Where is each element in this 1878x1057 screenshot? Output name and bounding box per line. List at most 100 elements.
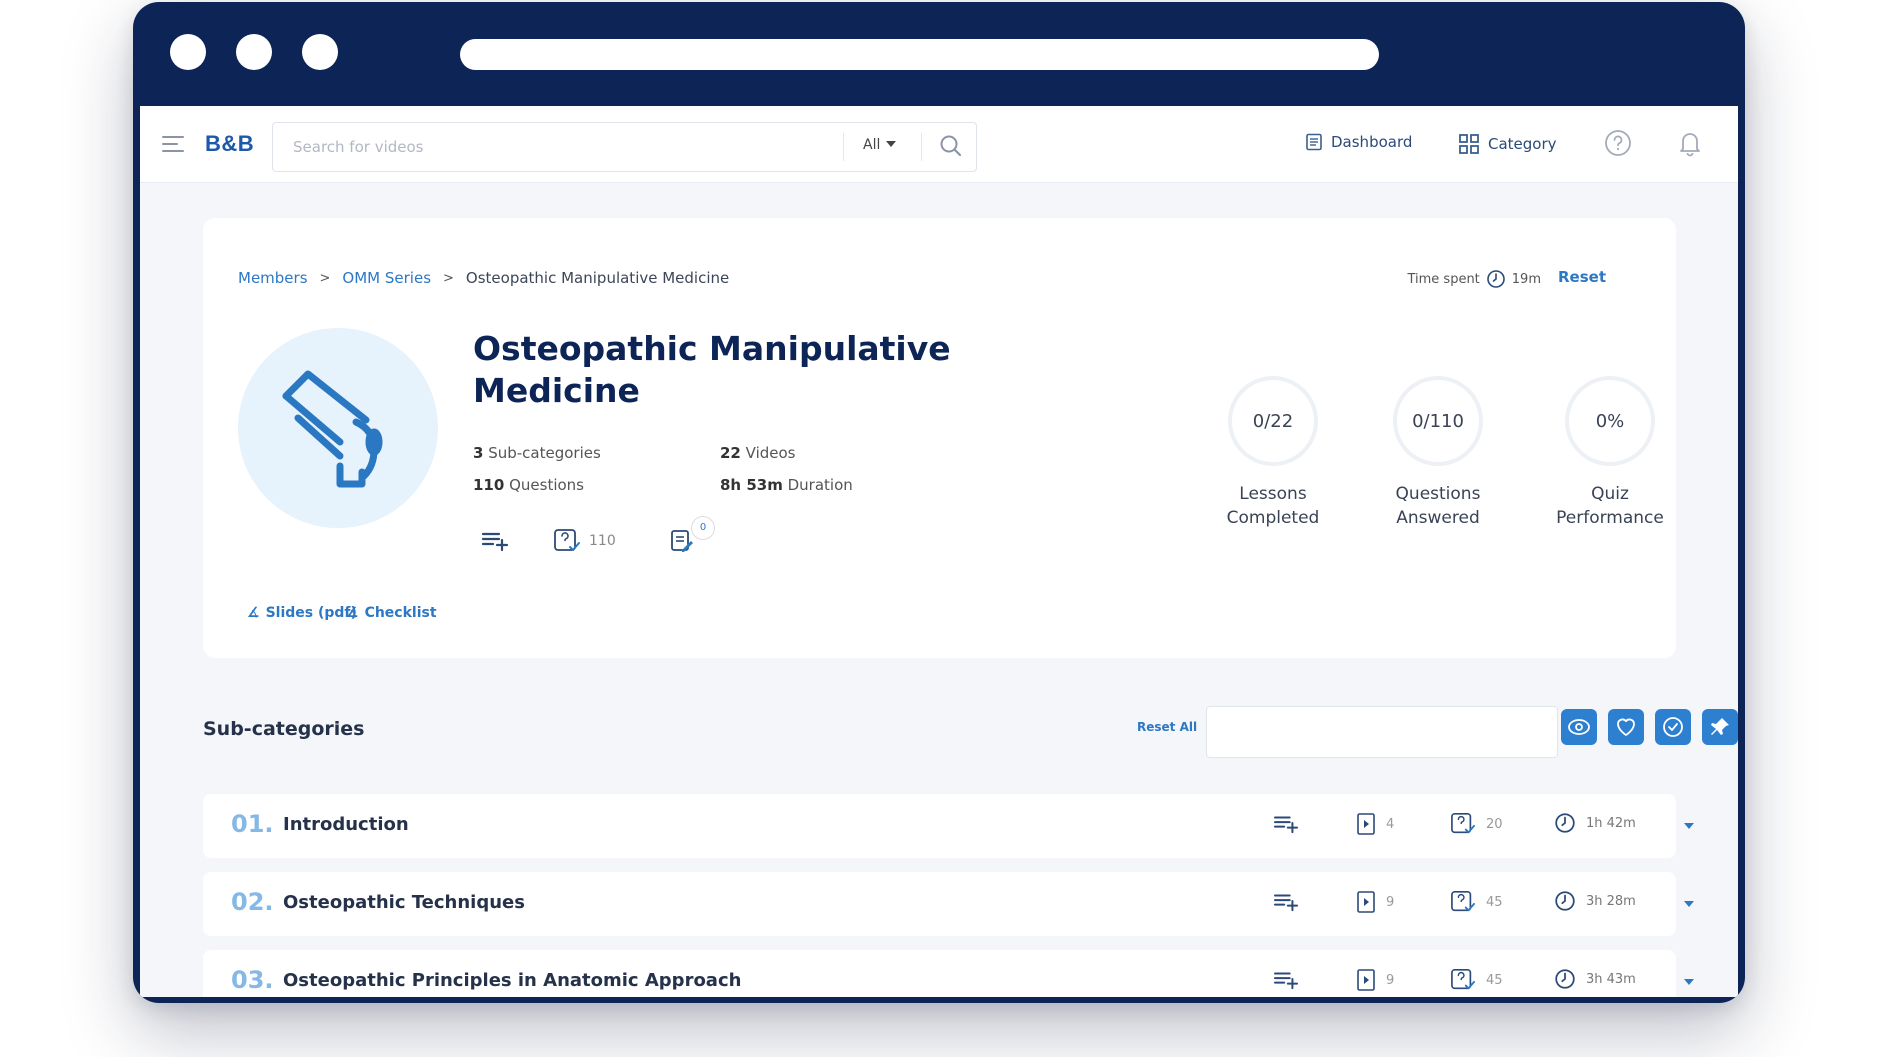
stat-quiz-label-2: Performance [1556, 508, 1664, 528]
questions-button[interactable]: 110 [553, 528, 616, 554]
search-input[interactable] [291, 135, 815, 159]
playlist-add-icon [1273, 816, 1299, 834]
stat-lessons-label-2: Completed [1226, 508, 1320, 528]
breadcrumb-omm-series[interactable]: OMM Series [342, 269, 431, 287]
subcategory-row[interactable]: 02. Osteopathic Techniques 9 45 3h 28m [203, 872, 1694, 936]
heart-icon [1617, 718, 1635, 736]
row-video-count: 4 [1386, 816, 1395, 832]
video-file-icon [1357, 969, 1375, 991]
filter-watched-button[interactable] [1561, 709, 1597, 745]
meta-questions-count: 110 [473, 476, 505, 494]
link-icon: ∡ [346, 605, 359, 621]
knee-joint-icon [282, 370, 383, 488]
search-filter-value: All [863, 137, 881, 153]
filter-completed-button[interactable] [1655, 709, 1691, 745]
meta-subcategories-count: 3 [473, 444, 484, 462]
breadcrumb-current: Osteopathic Manipulative Medicine [465, 269, 730, 287]
meta-duration-value: 8h 53m [720, 476, 783, 494]
address-bar[interactable] [460, 39, 1379, 70]
browser-window: B&B All Dashboard [133, 2, 1745, 1003]
stat-lessons: 0/22 Lessons Completed [1183, 376, 1363, 530]
row-question-count: 20 [1486, 816, 1503, 832]
attachment-checklist[interactable]: ∡ Checklist [346, 605, 437, 621]
row-playlist-button[interactable] [1273, 890, 1299, 912]
chevron-down-icon[interactable] [1684, 901, 1694, 907]
meta-duration: 8h 53m Duration [720, 476, 853, 494]
breadcrumb: Members > OMM Series > Osteopathic Manip… [238, 269, 729, 287]
course-avatar [238, 328, 438, 528]
row-questions: 45 [1450, 890, 1503, 914]
breadcrumb-members[interactable]: Members [238, 269, 308, 287]
nav-category-label: Category [1488, 135, 1557, 153]
row-playlist-button[interactable] [1273, 812, 1299, 834]
subcategory-row[interactable]: 01. Introduction 4 20 1h 42m [203, 794, 1694, 858]
row-duration: 3h 28m [1554, 890, 1636, 912]
dashboard-icon [1306, 133, 1322, 151]
link-icon: ∡ [247, 605, 260, 621]
row-questions: 20 [1450, 812, 1503, 836]
filter-favorites-button[interactable] [1608, 709, 1644, 745]
search-bar: All [272, 122, 977, 172]
playlist-add-icon [1273, 894, 1299, 912]
row-videos: 9 [1356, 890, 1394, 914]
meta-videos-label: Videos [745, 444, 796, 462]
row-video-count: 9 [1386, 894, 1395, 910]
top-nav: B&B All Dashboard [140, 106, 1738, 183]
meta-questions-label: Questions [509, 476, 584, 494]
menu-icon[interactable] [162, 136, 184, 154]
grid-icon [1459, 134, 1479, 154]
nav-dashboard-label: Dashboard [1331, 133, 1413, 151]
search-filter-select[interactable]: All [863, 137, 897, 153]
attachment-slides[interactable]: ∡ Slides (pdf) [247, 605, 357, 621]
breadcrumb-separator: > [443, 270, 454, 286]
video-file-icon [1357, 891, 1375, 913]
meta-duration-label: Duration [787, 476, 853, 494]
brand-logo[interactable]: B&B [205, 131, 254, 157]
window-dot-minimize[interactable] [236, 34, 272, 70]
row-videos: 4 [1356, 812, 1394, 836]
title-bar [133, 2, 1745, 106]
reset-all-button[interactable]: Reset All [1137, 720, 1197, 734]
row-duration: 3h 43m [1554, 968, 1636, 990]
nav-dashboard[interactable]: Dashboard [1305, 133, 1412, 151]
row-title: Introduction [283, 814, 409, 835]
chevron-down-icon[interactable] [1684, 979, 1694, 985]
subcategory-row[interactable]: 03. Osteopathic Principles in Anatomic A… [203, 950, 1694, 997]
subcategory-filter-input[interactable] [1206, 706, 1558, 758]
meta-videos-count: 22 [720, 444, 741, 462]
stat-questions-label-1: Questions [1395, 484, 1481, 504]
bell-icon[interactable] [1676, 128, 1704, 158]
stat-questions: 0/110 Questions Answered [1348, 376, 1528, 530]
stat-questions-ring: 0/110 [1393, 376, 1483, 466]
time-spent-value: 19m [1511, 271, 1541, 287]
notes-badge: 0 [691, 516, 715, 540]
row-duration: 1h 42m [1554, 812, 1636, 834]
row-videos: 9 [1356, 968, 1394, 992]
stat-quiz-ring: 0% [1565, 376, 1655, 466]
help-icon[interactable] [1603, 128, 1633, 158]
stat-quiz-label-1: Quiz [1591, 484, 1629, 504]
clock-icon [1555, 891, 1575, 911]
meta-videos: 22 Videos [720, 444, 796, 462]
row-question-count: 45 [1486, 894, 1503, 910]
window-dot-close[interactable] [170, 34, 206, 70]
search-icon[interactable] [938, 133, 964, 159]
row-number: 01. [231, 810, 274, 838]
window-dot-maximize[interactable] [302, 34, 338, 70]
reset-button[interactable]: Reset [1558, 268, 1606, 286]
row-title: Osteopathic Principles in Anatomic Appro… [283, 970, 742, 991]
filter-pinned-button[interactable] [1702, 709, 1738, 745]
question-check-icon [1451, 891, 1475, 912]
row-duration-value: 3h 28m [1586, 893, 1636, 909]
stat-quiz: 0% Quiz Performance [1520, 376, 1700, 530]
row-video-count: 9 [1386, 972, 1395, 988]
row-duration-value: 1h 42m [1586, 815, 1636, 831]
add-to-playlist-button[interactable] [481, 528, 509, 552]
subcategories-heading: Sub-categories [203, 718, 365, 740]
clock-icon [1486, 270, 1505, 288]
row-playlist-button[interactable] [1273, 968, 1299, 990]
page-viewport: B&B All Dashboard [140, 106, 1738, 997]
chevron-down-icon[interactable] [1684, 823, 1694, 829]
attachment-slides-label: Slides (pdf) [265, 605, 357, 621]
nav-category[interactable]: Category [1458, 133, 1557, 155]
